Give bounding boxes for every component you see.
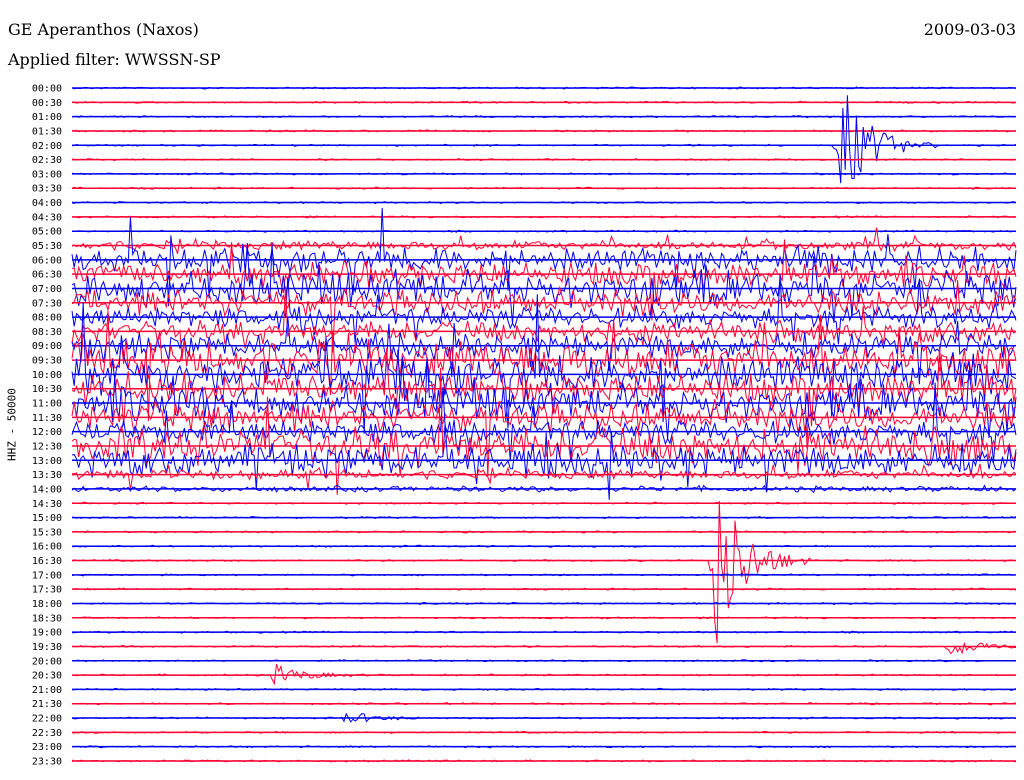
row-time-label: 01:30 — [32, 126, 62, 137]
row-time-label: 12:30 — [32, 441, 62, 452]
row-time-label: 15:30 — [32, 527, 62, 538]
row-time-label: 19:30 — [32, 642, 62, 653]
seismogram-plot: 00:00 00:30 01:00 01:30 02:00 02:30 03:00 03:30… — [32, 84, 1017, 768]
row-time-label: 01:00 — [32, 112, 62, 123]
row-time-label: 08:00 — [32, 313, 62, 324]
row-time-label: 11:30 — [32, 413, 62, 424]
row-time-label: 00:30 — [32, 98, 62, 109]
row-time-label: 22:30 — [32, 728, 62, 739]
row-time-label: 16:30 — [32, 556, 62, 567]
row-time-label: 23:30 — [32, 757, 62, 768]
trace-line — [71, 641, 1016, 655]
row-time-label: 10:00 — [32, 370, 62, 381]
row-time-label: 10:30 — [32, 384, 62, 395]
row-time-label: 16:00 — [32, 542, 62, 553]
trace-line — [71, 500, 1017, 644]
row-time-label: 03:30 — [32, 184, 62, 195]
trace-line — [71, 663, 1017, 686]
trace-line — [71, 95, 1017, 184]
row-time-label: 09:00 — [32, 341, 62, 352]
row-time-label: 05:00 — [32, 227, 62, 238]
row-time-label: 06:00 — [32, 255, 62, 266]
row-time-label: 06:30 — [32, 270, 62, 281]
row-time-label: 17:00 — [32, 570, 62, 581]
row-time-label: 13:00 — [32, 456, 62, 467]
row-time-label: 15:00 — [32, 513, 62, 524]
row-time-label: 09:30 — [32, 356, 62, 367]
row-time-label: 20:30 — [32, 671, 62, 682]
row-time-label: 07:30 — [32, 298, 62, 309]
row-time-label: 18:00 — [32, 599, 62, 610]
row-time-label: 02:30 — [32, 155, 62, 166]
trace-line — [71, 207, 1017, 307]
row-time-label: 03:00 — [32, 169, 62, 180]
row-time-label: 13:30 — [32, 470, 62, 481]
row-time-label: 08:30 — [32, 327, 62, 338]
row-time-label: 05:30 — [32, 241, 62, 252]
row-time-label: 04:30 — [32, 212, 62, 223]
row-time-label: 04:00 — [32, 198, 62, 209]
row-time-label: 18:30 — [32, 613, 62, 624]
row-time-label: 00:00 — [32, 84, 62, 95]
row-time-label: 22:00 — [32, 714, 62, 725]
row-time-label: 11:00 — [32, 399, 62, 410]
row-time-label: 21:30 — [32, 699, 62, 710]
row-time-label: 17:30 — [32, 585, 62, 596]
row-time-label: 02:00 — [32, 141, 62, 152]
row-time-label: 14:00 — [32, 484, 62, 495]
row-time-label: 19:00 — [32, 628, 62, 639]
row-time-label: 07:00 — [32, 284, 62, 295]
row-time-label: 21:00 — [32, 685, 62, 696]
row-time-label: 20:00 — [32, 656, 62, 667]
row-time-label: 12:00 — [32, 427, 62, 438]
row-time-label: 23:00 — [32, 742, 62, 753]
row-time-label: 14:30 — [32, 499, 62, 510]
